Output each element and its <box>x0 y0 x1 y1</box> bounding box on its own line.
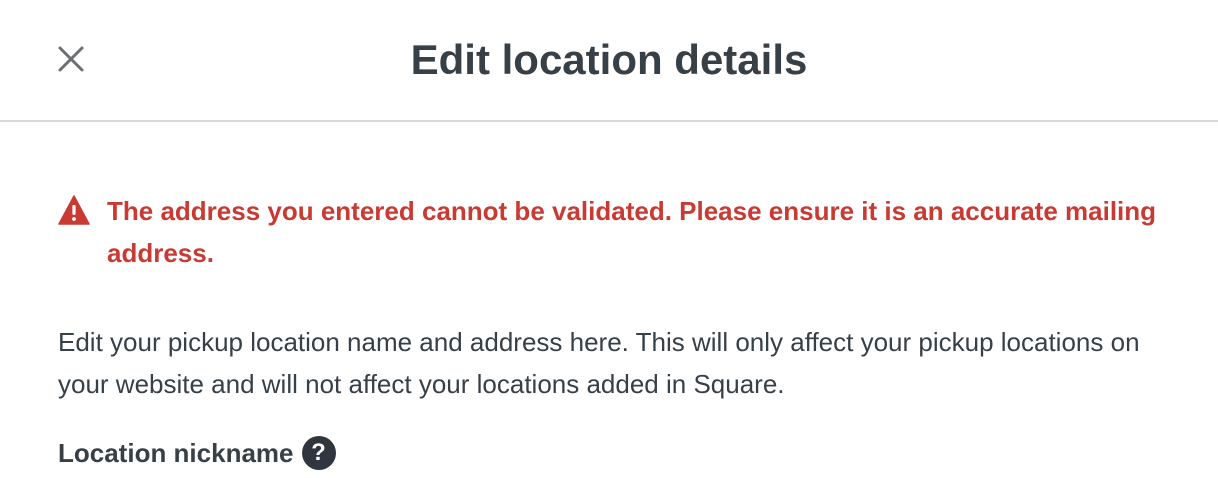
validation-error-alert: The address you entered cannot be valida… <box>58 190 1178 274</box>
location-nickname-label: Location nickname <box>58 438 294 468</box>
dialog-title: Edit location details <box>410 36 808 83</box>
nickname-label-row: Location nickname ? <box>58 432 336 474</box>
description-text: Edit your pickup location name and addre… <box>58 327 1140 399</box>
warning-icon <box>58 195 90 225</box>
question-icon[interactable]: ? <box>301 436 336 470</box>
dialog-header: Edit location details <box>0 0 1218 122</box>
alert-message: The address you entered cannot be valida… <box>107 196 1157 268</box>
edit-location-dialog: Edit location details The address you en… <box>0 0 1218 478</box>
